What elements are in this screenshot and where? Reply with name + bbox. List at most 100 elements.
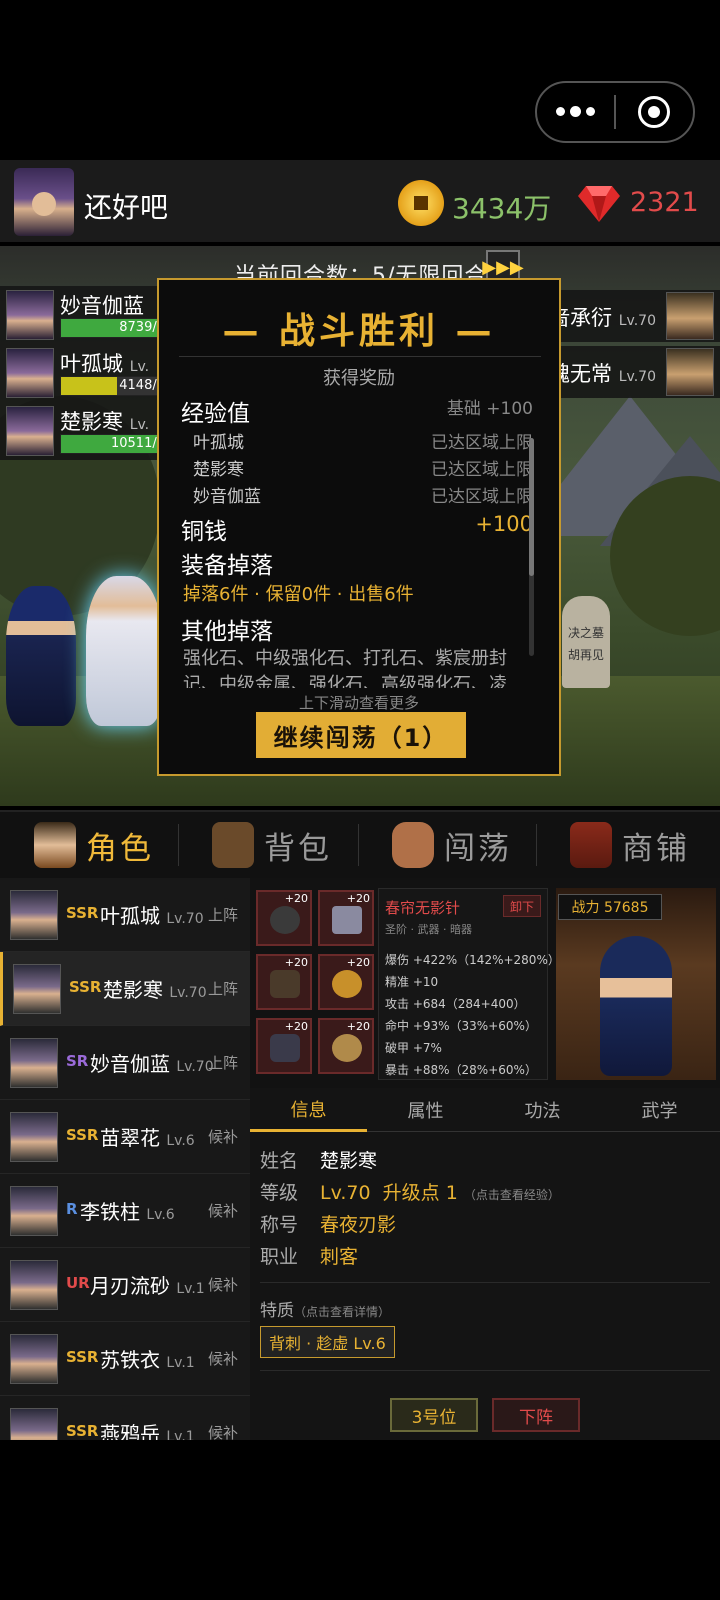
remove-from-lineup-button[interactable]: 下阵 <box>492 1398 580 1432</box>
player-avatar[interactable] <box>14 168 74 236</box>
roster-item[interactable]: SSR 楚影寒 Lv.70 上阵 <box>0 952 250 1026</box>
enemy-status: 魂无常 Lv.70 <box>549 346 720 398</box>
hero-name-text: 楚影寒 <box>103 978 163 1002</box>
hero-rarity: SSR <box>66 1348 99 1366</box>
hero-title: 春夜刃影 <box>320 1214 397 1236</box>
upgrade-note: （点击查看经验） <box>463 1188 560 1202</box>
coin-value: 3434万 <box>452 192 552 225</box>
roster-item[interactable]: SSR 苏铁衣 Lv.1 候补 <box>0 1322 250 1396</box>
weapon-stat: 爆伤 +422%（142%+280%） <box>385 953 560 967</box>
mini-program-capsule <box>535 81 695 143</box>
roster-item[interactable]: SSR 燕鸦岳 Lv.1 候补 <box>0 1396 250 1440</box>
hero-avatar <box>10 890 58 940</box>
bottom-nav: 角色 背包 闯荡 商铺 <box>0 810 720 878</box>
trait-chip[interactable]: 背刺 · 趁虚 Lv.6 <box>260 1326 395 1358</box>
job-label: 职业 <box>260 1246 299 1268</box>
reward-subtitle: 获得奖励 <box>323 368 395 389</box>
nav-adventure[interactable]: 闯荡 <box>392 812 512 878</box>
weapon-stat: 精准 +10 <box>385 975 439 989</box>
hero-name: 妙音伽蓝 Lv.70 <box>90 1048 214 1077</box>
hero-name: 苏铁衣 Lv.1 <box>100 1344 195 1373</box>
exp-hero-status: 已达区域上限 <box>431 460 533 480</box>
continue-button[interactable]: 继续闯荡（1） <box>256 712 466 758</box>
ally-fighter <box>6 586 76 726</box>
bag-icon <box>212 822 254 868</box>
tab-martial-arts[interactable]: 武学 <box>601 1088 718 1132</box>
ally-name: 楚影寒 Lv. <box>60 410 150 434</box>
scrollbar[interactable] <box>529 438 534 656</box>
gem-icon <box>578 186 620 222</box>
player-name: 还好吧 <box>84 191 169 224</box>
divider <box>260 1370 710 1371</box>
close-target-icon[interactable] <box>616 96 693 128</box>
hero-rarity: SSR <box>66 904 99 922</box>
roster-item[interactable]: SR 妙音伽蓝 Lv.70 上阵 <box>0 1026 250 1100</box>
tab-attributes[interactable]: 属性 <box>367 1088 484 1132</box>
hero-rarity: SSR <box>66 1126 99 1144</box>
hero-level: Lv.70 <box>166 911 204 927</box>
equip-slot-weapon[interactable]: +20 <box>318 890 374 946</box>
combat-power: 战力 57685 <box>558 894 662 920</box>
ally-avatar <box>6 406 54 456</box>
hero-name-text: 李铁柱 <box>80 1200 140 1224</box>
hero-name-text: 苏铁衣 <box>100 1348 160 1372</box>
roster-item[interactable]: SSR 叶孤城 Lv.70 上阵 <box>0 878 250 952</box>
weapon-stat: 暴击 +88%（28%+60%） <box>385 1063 537 1077</box>
equip-slot-ring[interactable]: +20 <box>318 1018 374 1074</box>
weapon-stat: 命中 +93%（33%+60%） <box>385 1019 537 1033</box>
enemy-status: 啬承衍 Lv.70 <box>549 290 720 342</box>
hero-name-text: 苗翠花 <box>100 1126 160 1150</box>
level-label: 等级 <box>260 1182 299 1204</box>
gem-value: 2321 <box>630 187 699 218</box>
coin-icon <box>398 180 444 226</box>
hero-name: 月刃流砂 Lv.1 <box>90 1270 205 1299</box>
hero-name: 叶孤城 Lv.70 <box>100 900 204 929</box>
equip-slot-helmet[interactable]: +20 <box>256 890 312 946</box>
ally-status: 叶孤城 Lv. 4148/8 <box>0 344 170 402</box>
tab-info[interactable]: 信息 <box>250 1088 367 1132</box>
hero-level: Lv.70 <box>320 1182 371 1204</box>
hero-status: 上阵 <box>207 1054 238 1072</box>
exp-hero-name: 叶孤城 <box>193 433 244 453</box>
roster-item[interactable]: UR 月刃流砂 Lv.1 候补 <box>0 1248 250 1322</box>
hero-level: Lv.1 <box>166 1355 195 1371</box>
exp-base: 基础 +100 <box>446 399 533 419</box>
equip-slot-armor[interactable]: +20 <box>256 954 312 1010</box>
ally-avatar <box>6 290 54 340</box>
hero-name-text: 燕鸦岳 <box>100 1422 160 1440</box>
nav-shop[interactable]: 商铺 <box>570 812 690 878</box>
ally-hp-bar: 8739/9 <box>60 318 170 338</box>
hero-level: Lv.1 <box>176 1281 205 1297</box>
divider <box>179 356 541 357</box>
ally-avatar <box>6 348 54 398</box>
tab-skills[interactable]: 功法 <box>484 1088 601 1132</box>
unequip-button[interactable]: 卸下 <box>503 895 541 917</box>
nav-bag[interactable]: 背包 <box>212 812 332 878</box>
weapon-name: 春帘无影针 <box>385 899 461 917</box>
nav-role[interactable]: 角色 <box>34 812 154 878</box>
roster-item[interactable]: R 李铁柱 Lv.6 候补 <box>0 1174 250 1248</box>
equip-slot-accessory[interactable]: +20 <box>318 954 374 1010</box>
trait-note: （点击查看详情） <box>294 1305 391 1319</box>
scroll-hint: 上下滑动查看更多 <box>298 694 419 712</box>
hero-name-text: 妙音伽蓝 <box>90 1052 170 1076</box>
player-header: 还好吧 3434万 2321 <box>0 160 720 244</box>
hero-level-row[interactable]: Lv.70 升级点 1 （点击查看经验） <box>320 1178 560 1205</box>
equip-slot-boots[interactable]: +20 <box>256 1018 312 1074</box>
enemy-avatar <box>666 292 714 340</box>
trait-header[interactable]: 特质（点击查看详情） <box>260 1296 390 1321</box>
equip-drop-label: 装备掉落 <box>181 553 273 579</box>
hero-avatar <box>10 1186 58 1236</box>
hero-status: 候补 <box>207 1276 238 1294</box>
more-icon[interactable] <box>537 106 614 117</box>
hero-avatar <box>10 1260 58 1310</box>
nav-label: 背包 <box>264 830 332 867</box>
shop-icon <box>570 822 612 868</box>
divider <box>260 1282 710 1283</box>
reward-list[interactable]: 获得奖励 经验值 基础 +100 叶孤城 已达区域上限 楚影寒 已达区域上限 妙… <box>159 358 559 688</box>
position-button[interactable]: 3号位 <box>390 1398 478 1432</box>
hero-status: 候补 <box>207 1424 238 1440</box>
victory-title: — 战斗胜利 — <box>222 311 496 352</box>
roster-item[interactable]: SSR 苗翠花 Lv.6 候补 <box>0 1100 250 1174</box>
hero-name: 燕鸦岳 Lv.1 <box>100 1418 195 1440</box>
